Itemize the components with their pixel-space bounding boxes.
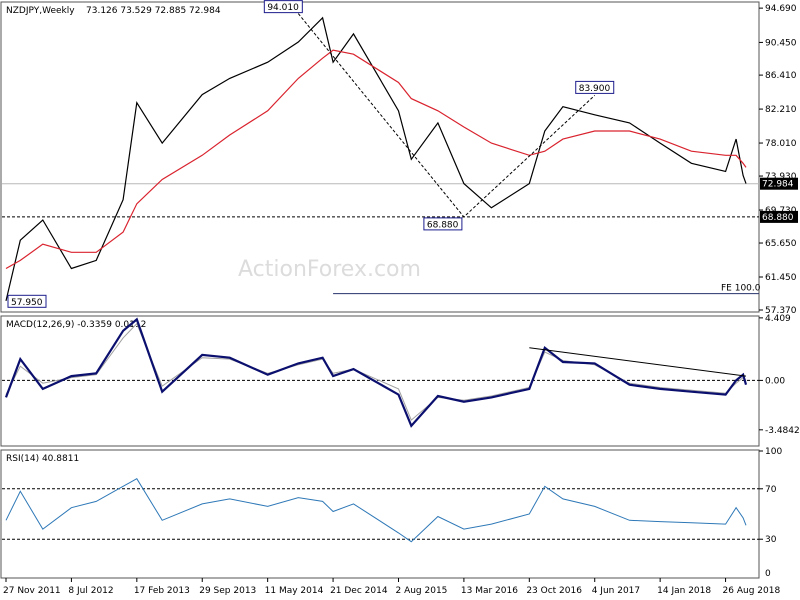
price-y-tick-label: 86.410 <box>765 71 797 81</box>
x-tick-label: 14 Jan 2018 <box>657 586 711 596</box>
x-tick-label: 29 Sep 2013 <box>199 586 256 596</box>
macd-y-tick-label: 4.409 <box>765 314 791 324</box>
x-tick-label: 2 Aug 2015 <box>395 586 447 596</box>
support-label: 68.880 <box>762 213 794 223</box>
ohlc-values: 73.126 73.529 72.885 72.984 <box>86 6 221 16</box>
rsi-panel: RSI(14) 40.8811 100 70 30 0 <box>0 447 782 579</box>
rsi-title: RSI(14) 40.8811 <box>6 454 79 464</box>
x-tick-label: 8 Jul 2012 <box>68 586 113 596</box>
price-y-tick-label: 82.210 <box>765 105 797 115</box>
rsi-y-tick-label: 70 <box>765 485 777 495</box>
symbol-header: NZDJPY,Weekly <box>6 6 75 16</box>
macd-y-tick-label: 0.00 <box>765 376 785 386</box>
fib-label: FE 100.0 <box>721 284 761 294</box>
annotation-label: 83.900 <box>579 84 611 94</box>
price-y-tick-label: 90.450 <box>765 38 797 48</box>
annotation-label: 68.880 <box>427 220 459 230</box>
last-price-label: 72.984 <box>762 180 794 190</box>
price-panel: NZDJPY,Weekly 73.126 73.529 72.885 72.98… <box>0 0 798 316</box>
x-tick-label: 13 Mar 2016 <box>461 586 518 596</box>
x-tick-label: 21 Dec 2014 <box>330 586 388 596</box>
x-tick-label: 11 May 2014 <box>265 586 324 596</box>
x-tick-label: 23 Oct 2016 <box>526 586 582 596</box>
rsi-y-tick-label: 0 <box>765 569 771 579</box>
watermark: ActionForex.com <box>238 257 421 282</box>
macd-panel: MACD(12,26,9) -0.3359 0.0112 4.4090.00-3… <box>0 314 800 447</box>
price-y-tick-label: 65.650 <box>765 239 797 249</box>
price-y-tick-label: 61.450 <box>765 273 797 283</box>
rsi-y-tick-label: 30 <box>765 535 777 545</box>
x-tick-label: 4 Jun 2017 <box>592 586 640 596</box>
macd-y-tick-label: -3.4842 <box>765 426 800 436</box>
annotation-label: 57.950 <box>11 298 43 308</box>
x-tick-label: 17 Feb 2013 <box>134 586 190 596</box>
x-tick-label: 26 Aug 2018 <box>723 586 781 596</box>
x-tick-label: 27 Nov 2011 <box>3 586 61 596</box>
rsi-y-tick-label: 100 <box>765 447 782 457</box>
annotation-label: 94.010 <box>267 3 299 13</box>
chart-canvas: NZDJPY,Weekly 73.126 73.529 72.885 72.98… <box>0 0 800 600</box>
price-y-tick-label: 78.010 <box>765 139 797 149</box>
price-y-tick-label: 94.690 <box>765 4 797 14</box>
